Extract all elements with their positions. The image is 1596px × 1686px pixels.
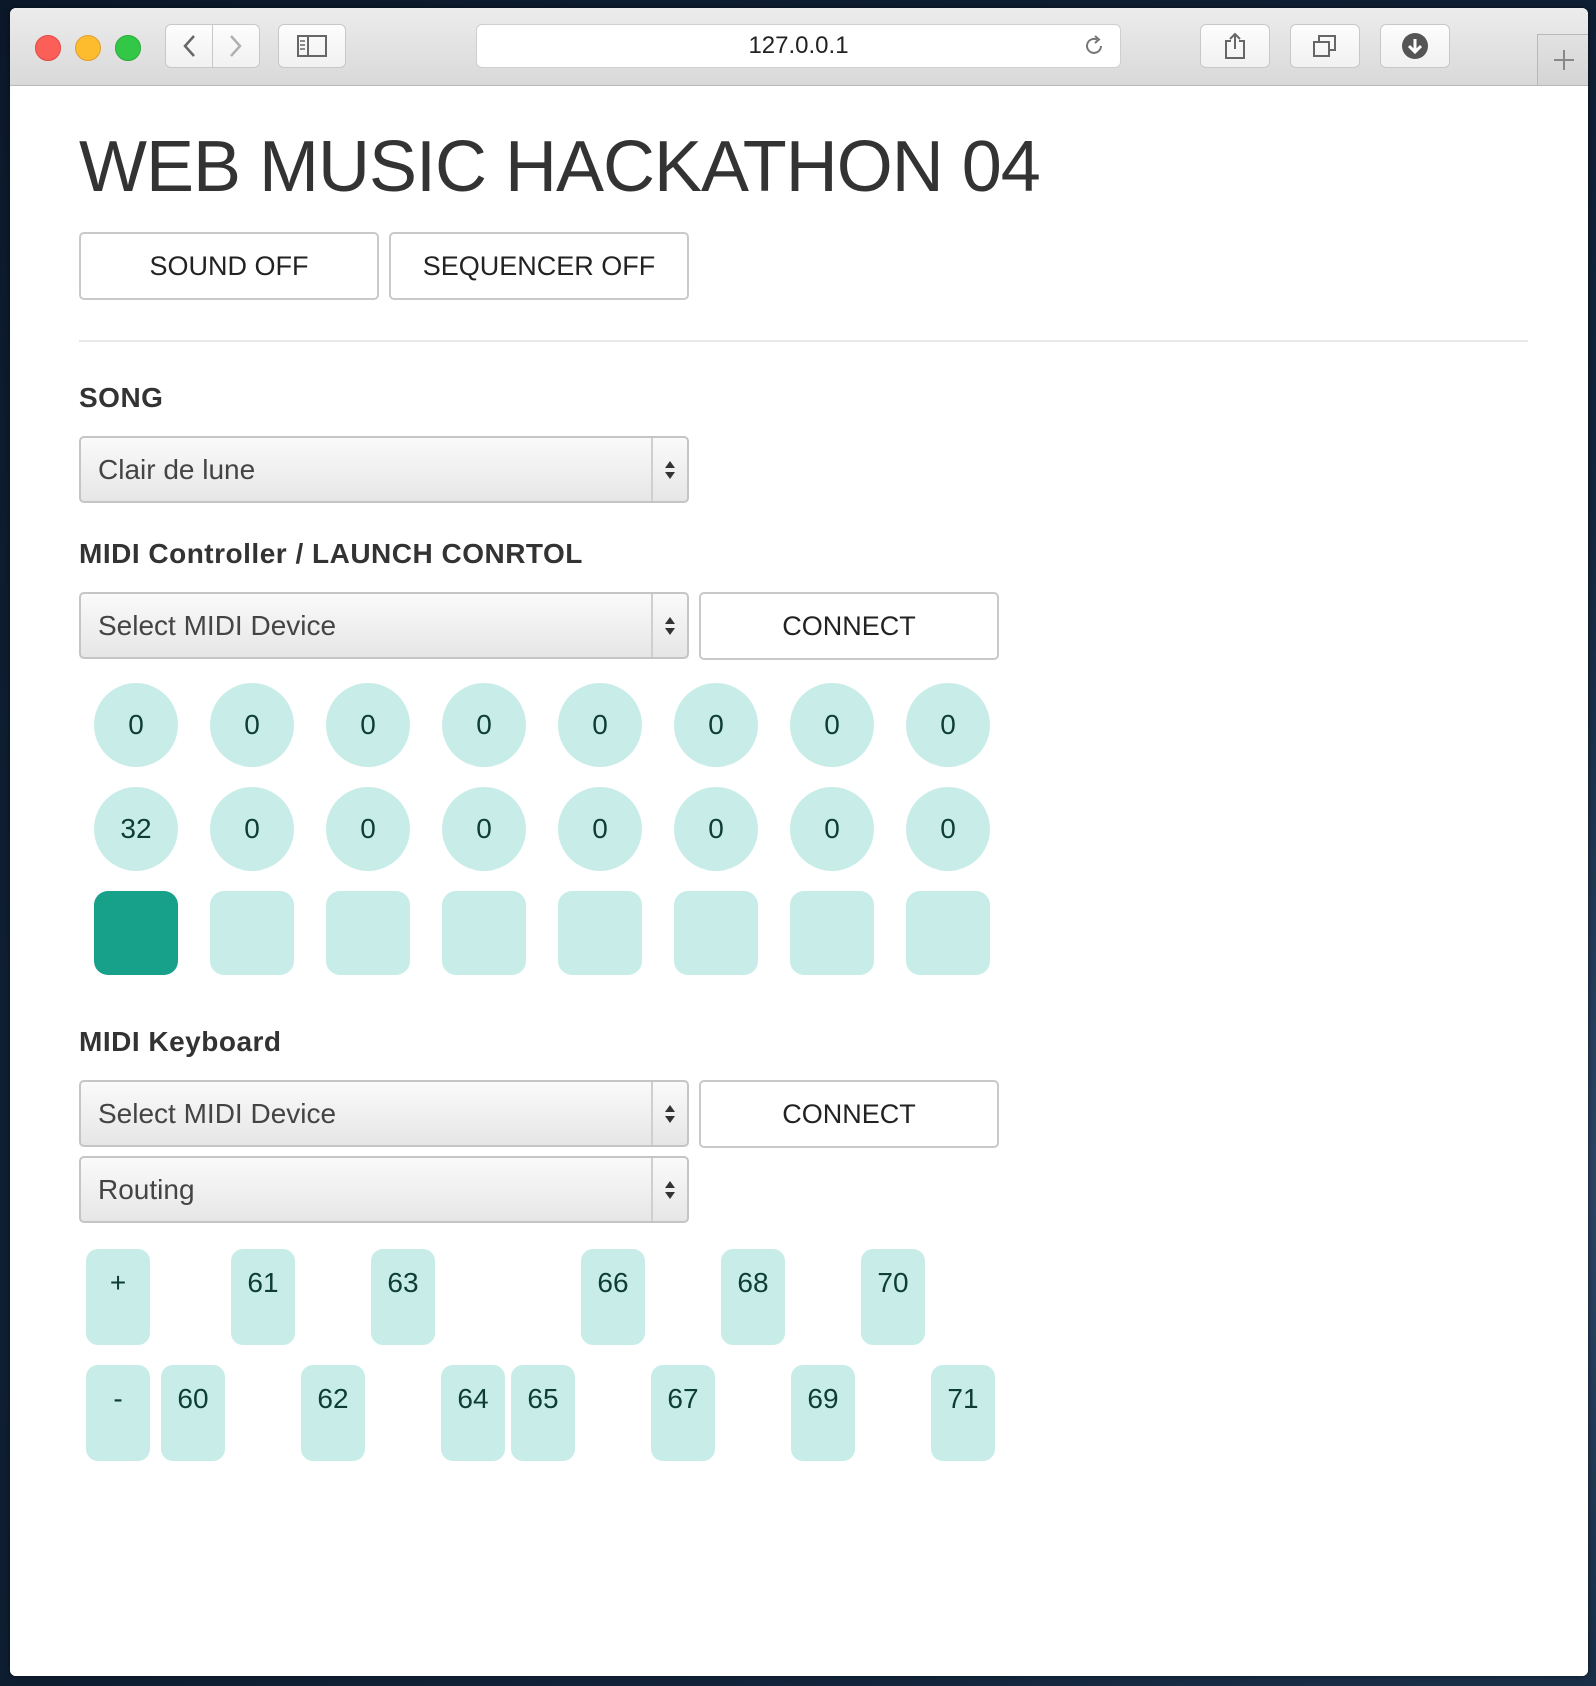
- black-key[interactable]: 66: [581, 1249, 645, 1345]
- sound-toggle-button[interactable]: SOUND OFF: [79, 232, 379, 300]
- white-key[interactable]: 65: [511, 1365, 575, 1461]
- black-key[interactable]: 68: [721, 1249, 785, 1345]
- knob[interactable]: 0: [790, 683, 874, 767]
- knob[interactable]: 0: [674, 787, 758, 871]
- url-text: 127.0.0.1: [748, 32, 849, 59]
- pad[interactable]: [94, 891, 178, 975]
- select-arrows-icon: [651, 1158, 687, 1221]
- white-key[interactable]: 69: [791, 1365, 855, 1461]
- knob[interactable]: 0: [326, 683, 410, 767]
- pad[interactable]: [790, 891, 874, 975]
- black-key[interactable]: 63: [371, 1249, 435, 1345]
- downloads-button[interactable]: [1380, 24, 1450, 68]
- pad[interactable]: [210, 891, 294, 975]
- octave-down-button[interactable]: -: [86, 1365, 150, 1461]
- select-arrows-icon: [651, 594, 687, 657]
- pad[interactable]: [442, 891, 526, 975]
- knob[interactable]: 32: [94, 787, 178, 871]
- tabs-icon: [1313, 35, 1336, 57]
- close-window-button[interactable]: [35, 35, 61, 61]
- minimize-window-button[interactable]: [75, 35, 101, 61]
- new-tab-button[interactable]: [1537, 34, 1588, 85]
- browser-toolbar: 127.0.0.1: [10, 8, 1588, 86]
- white-key[interactable]: 67: [651, 1365, 715, 1461]
- tabs-overview-button[interactable]: [1290, 24, 1360, 68]
- knob[interactable]: 0: [442, 787, 526, 871]
- knob[interactable]: 0: [558, 787, 642, 871]
- white-key[interactable]: 71: [931, 1365, 995, 1461]
- zoom-window-button[interactable]: [115, 35, 141, 61]
- plus-icon: [1553, 50, 1574, 70]
- pad[interactable]: [326, 891, 410, 975]
- keyboard-device-select[interactable]: Select MIDI Device: [79, 1080, 689, 1147]
- knob[interactable]: 0: [442, 683, 526, 767]
- midi-keyboard-label: MIDI Keyboard: [79, 1026, 282, 1057]
- sidebar-toggle-button[interactable]: [278, 24, 346, 68]
- knob[interactable]: 0: [906, 683, 990, 767]
- chevron-right-icon: [230, 35, 242, 57]
- pad[interactable]: [558, 891, 642, 975]
- pad[interactable]: [906, 891, 990, 975]
- pad[interactable]: [674, 891, 758, 975]
- black-key[interactable]: 70: [861, 1249, 925, 1345]
- back-button[interactable]: [165, 24, 213, 68]
- share-icon: [1225, 32, 1245, 59]
- knob[interactable]: 0: [210, 787, 294, 871]
- keyboard-device-value: Select MIDI Device: [98, 1097, 337, 1129]
- routing-select[interactable]: Routing: [79, 1156, 689, 1223]
- chevron-left-icon: [183, 35, 195, 57]
- black-key[interactable]: 61: [231, 1249, 295, 1345]
- knob[interactable]: 0: [790, 787, 874, 871]
- song-select[interactable]: Clair de lune: [79, 436, 689, 503]
- reload-icon[interactable]: [1082, 34, 1106, 63]
- routing-select-value: Routing: [98, 1173, 195, 1205]
- knob[interactable]: 0: [326, 787, 410, 871]
- sequencer-toggle-button[interactable]: SEQUENCER OFF: [389, 232, 689, 300]
- controller-connect-button[interactable]: CONNECT: [699, 592, 999, 660]
- knob[interactable]: 0: [558, 683, 642, 767]
- forward-button[interactable]: [212, 24, 260, 68]
- knob[interactable]: 0: [210, 683, 294, 767]
- controller-device-select[interactable]: Select MIDI Device: [79, 592, 689, 659]
- knob[interactable]: 0: [906, 787, 990, 871]
- sidebar-icon: [297, 35, 327, 57]
- midi-controller-label: MIDI Controller / LAUNCH CONRTOL: [79, 538, 583, 569]
- share-button[interactable]: [1200, 24, 1270, 68]
- white-key[interactable]: 62: [301, 1365, 365, 1461]
- octave-up-button[interactable]: +: [86, 1249, 150, 1345]
- white-key[interactable]: 64: [441, 1365, 505, 1461]
- select-arrows-icon: [651, 438, 687, 501]
- address-bar[interactable]: 127.0.0.1: [476, 24, 1121, 68]
- controller-device-value: Select MIDI Device: [98, 609, 337, 641]
- divider: [79, 340, 1528, 342]
- browser-window: 127.0.0.1 WEB MUSIC HACKATHON 04 SOUND O…: [10, 8, 1588, 1676]
- download-icon: [1402, 33, 1428, 59]
- song-label: SONG: [79, 382, 164, 413]
- knob[interactable]: 0: [674, 683, 758, 767]
- white-key[interactable]: 60: [161, 1365, 225, 1461]
- page-content: WEB MUSIC HACKATHON 04 SOUND OFF SEQUENC…: [10, 86, 1588, 1676]
- select-arrows-icon: [651, 1082, 687, 1145]
- keyboard-connect-button[interactable]: CONNECT: [699, 1080, 999, 1148]
- page-title: WEB MUSIC HACKATHON 04: [79, 127, 1041, 207]
- song-select-value: Clair de lune: [98, 453, 256, 485]
- knob[interactable]: 0: [94, 683, 178, 767]
